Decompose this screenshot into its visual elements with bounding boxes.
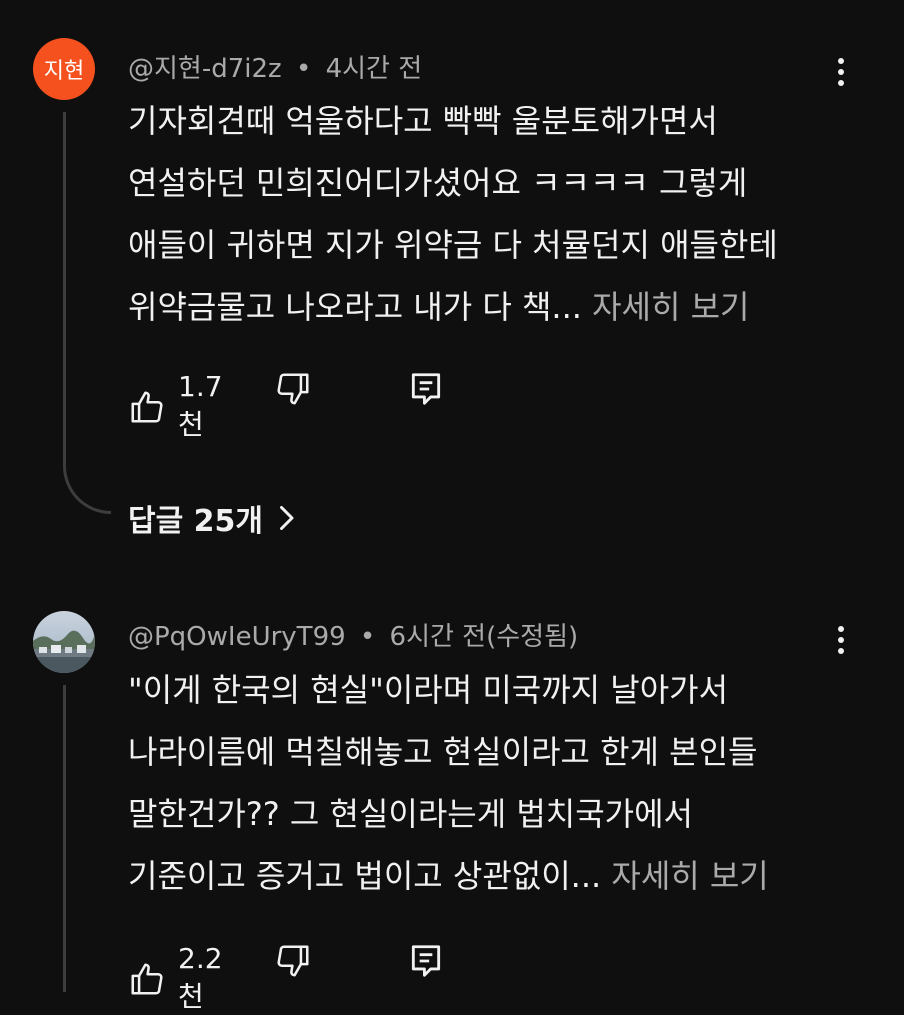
comment-time: 4시간 전 <box>325 54 423 84</box>
replies-count: 답글 25개 <box>128 504 263 539</box>
comment-line: 나라이름에 먹칠해놓고 현실이라고 한게 본인들 <box>128 733 758 771</box>
thread-line <box>63 685 66 992</box>
dislike-button[interactable] <box>274 942 312 980</box>
like-button[interactable]: 2.2천 <box>128 942 223 1015</box>
thumbs-down-icon <box>274 942 312 980</box>
comment-icon <box>408 942 444 980</box>
landscape-photo-icon <box>33 611 95 673</box>
view-replies-button[interactable]: 답글 25개 <box>128 496 295 540</box>
comment-text: "이게 한국의 현실"이라며 미국까지 날아가서 나라이름에 먹칠해놓고 현실이… <box>128 659 848 907</box>
read-more-link[interactable]: 자세히 보기 <box>592 288 749 326</box>
meta-separator: • <box>359 622 376 652</box>
comment-line: 애들이 귀하면 지가 위약금 다 처뮬던지 애들한테 <box>128 226 778 264</box>
comment-text: 기자회견때 억울하다고 빡빡 울분토해가면서 연설하던 민희진어디가셨어요 ㅋㅋ… <box>128 90 848 338</box>
thumbs-down-icon <box>274 370 312 408</box>
comment-line-text: 기준이고 증거고 법이고 상관없이... <box>128 857 602 895</box>
thumbs-up-icon <box>128 388 166 426</box>
comment-line: 말한건가?? 그 현실이라는게 법치국가에서 <box>128 795 693 833</box>
like-count: 2.2천 <box>178 942 223 1013</box>
read-more-link[interactable]: 자세히 보기 <box>611 857 768 895</box>
more-vertical-icon[interactable] <box>826 620 856 660</box>
comment-meta: @지현-d7i2z • 4시간 전 <box>128 48 422 85</box>
comment-line-last: 위약금물고 나오라고 내가 다 책... 자세히 보기 <box>128 276 848 338</box>
thread-connector <box>63 466 111 514</box>
chevron-right-icon <box>277 503 295 533</box>
dislike-button[interactable] <box>274 370 312 408</box>
comment-meta: @PqOwIeUryT99 • 6시간 전(수정됨) <box>128 616 578 653</box>
avatar[interactable]: 지현 <box>33 38 95 100</box>
comment-line: 기자회견때 억울하다고 빡빡 울분토해가면서 <box>128 102 718 140</box>
comment-time: 6시간 전(수정됨) <box>389 622 579 652</box>
thread-line <box>63 112 66 466</box>
meta-separator: • <box>295 54 312 84</box>
avatar-initials: 지현 <box>43 59 85 84</box>
comment-line-last: 기준이고 증거고 법이고 상관없이... 자세히 보기 <box>128 845 848 907</box>
comment-author[interactable]: @지현-d7i2z <box>128 54 282 84</box>
comment-author[interactable]: @PqOwIeUryT99 <box>128 622 346 652</box>
more-vertical-icon[interactable] <box>826 52 856 92</box>
comment-icon <box>408 370 444 408</box>
reply-button[interactable] <box>408 942 444 980</box>
comment-line: 연설하던 민희진어디가셨어요 ㅋㅋㅋㅋ 그렇게 <box>128 164 748 202</box>
reply-button[interactable] <box>408 370 444 408</box>
avatar[interactable] <box>33 611 95 673</box>
comment-line-text: 위약금물고 나오라고 내가 다 책... <box>128 288 582 326</box>
like-count: 1.7천 <box>178 370 223 441</box>
like-button[interactable]: 1.7천 <box>128 370 223 443</box>
comment-line: "이게 한국의 현실"이라며 미국까지 날아가서 <box>128 671 729 709</box>
